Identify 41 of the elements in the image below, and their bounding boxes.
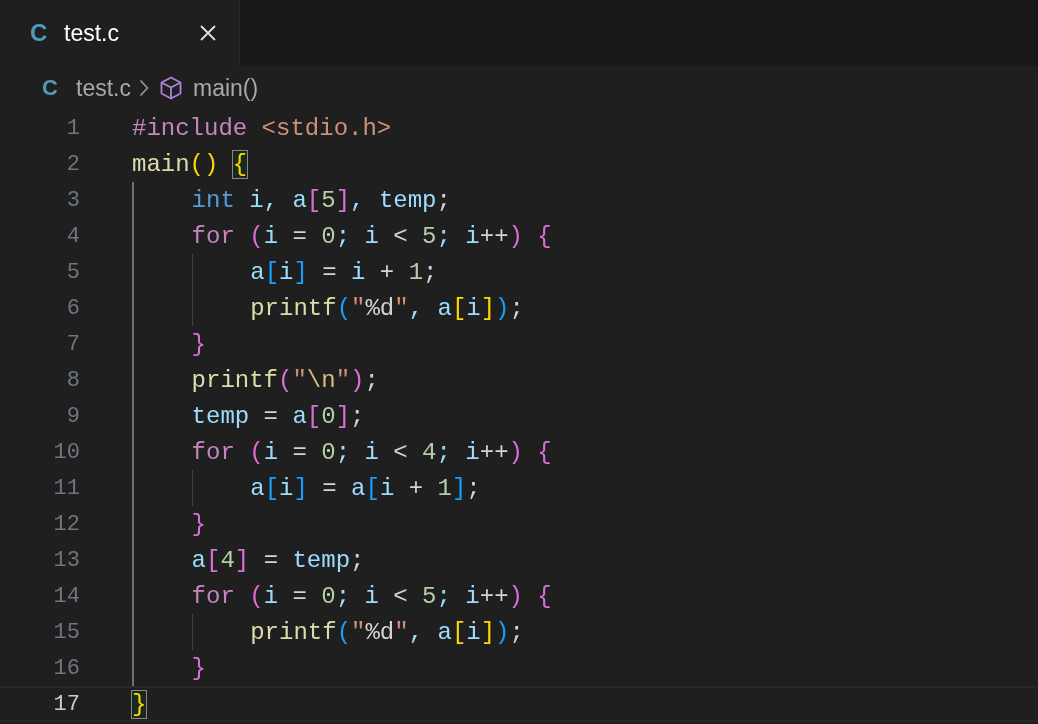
breadcrumb-item[interactable]: main()	[192, 74, 259, 102]
code-line: for (i = 0; i < 4; i++) {	[132, 434, 552, 470]
line-number: 8	[65, 367, 80, 393]
line-number: 14	[52, 583, 80, 609]
line-number: 4	[65, 223, 80, 249]
line-number: 2	[65, 151, 80, 177]
code-line: }	[132, 650, 206, 686]
line-number: 3	[65, 187, 80, 213]
code-line: #include <stdio.h>	[132, 113, 392, 144]
code-line: for (i = 0; i < 5; i++) {	[132, 578, 552, 614]
code-line: int i, a[5], temp;	[132, 182, 451, 218]
code-line: a[i] = a[i + 1];	[132, 470, 481, 506]
line-number: 9	[65, 403, 80, 429]
line-number: 12	[52, 511, 80, 537]
code-line: printf("\n");	[132, 362, 379, 398]
close-icon[interactable]	[199, 24, 217, 42]
code-line: for (i = 0; i < 5; i++) {	[132, 218, 552, 254]
line-number: 10	[52, 439, 80, 465]
line-number: 13	[52, 547, 80, 573]
code-line: main() {	[132, 149, 248, 180]
code-line: }	[132, 506, 206, 542]
line-number: 11	[52, 475, 80, 501]
code-line: printf("%d", a[i]);	[132, 290, 524, 326]
line-number: 7	[65, 331, 80, 357]
line-number: 16	[52, 655, 80, 681]
line-number: 6	[65, 295, 80, 321]
line-number: 15	[52, 619, 80, 645]
line-number: 1	[65, 115, 80, 141]
line-number: 17	[52, 691, 80, 717]
breadcrumb-item[interactable]: test.c	[76, 74, 131, 102]
c-file-icon: C	[42, 75, 64, 101]
code-line: a[i] = i + 1;	[132, 254, 438, 290]
editor-tab[interactable]: C test.c	[0, 0, 240, 66]
cube-icon	[158, 76, 183, 100]
code-line: printf("%d", a[i]);	[132, 614, 524, 650]
code-line: temp = a[0];	[132, 398, 365, 434]
code-line: a[4] = temp;	[132, 542, 365, 578]
c-file-icon: C	[30, 19, 52, 47]
code-line: }	[132, 326, 206, 362]
line-number: 5	[65, 259, 80, 285]
chevron-right-icon	[138, 79, 149, 97]
